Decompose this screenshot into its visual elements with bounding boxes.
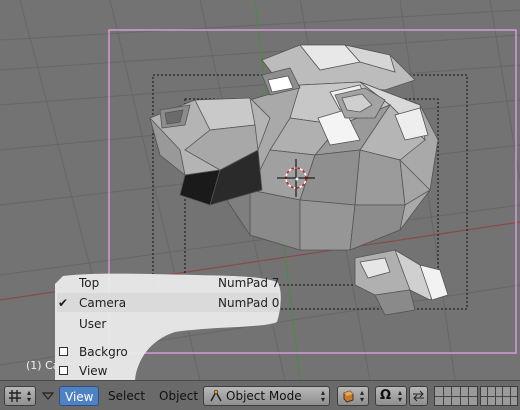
manipulator-icon: Ω bbox=[380, 388, 392, 403]
editor-type-button[interactable]: ▴ ▾ bbox=[4, 386, 36, 406]
object-mode-icon bbox=[210, 389, 222, 402]
menu-item-label: Camera bbox=[79, 296, 127, 310]
up-down-arrows-icon: ▴ ▾ bbox=[397, 388, 402, 404]
layer-buttons-a[interactable] bbox=[434, 386, 478, 406]
up-down-arrows-icon: ▴ ▾ bbox=[320, 388, 325, 404]
menu-object[interactable]: Object bbox=[159, 386, 198, 406]
object-origin bbox=[295, 177, 299, 181]
3d-view-header: ▴ ▾ View Select Object Object Mode ▴ ▾ ▴ ▾ … bbox=[0, 380, 520, 410]
menu-item-label: User bbox=[79, 317, 107, 331]
menu-item-shortcut: NumPad 7 bbox=[218, 276, 280, 290]
up-down-arrows-icon: ▴ ▾ bbox=[26, 388, 31, 404]
menu-collapse-icon[interactable] bbox=[42, 391, 54, 401]
manipulator-button[interactable]: Ω ▴ ▾ bbox=[375, 386, 407, 406]
view-menu-item-top[interactable]: Top NumPad 7 bbox=[55, 274, 284, 293]
mode-label: Object Mode bbox=[226, 389, 302, 403]
3d-viewport[interactable]: (1) Ca Top NumPad 7 ✔ Camera NumPad 0 Us… bbox=[0, 0, 520, 380]
view-menu-item-view[interactable]: View bbox=[55, 362, 284, 380]
menu-item-label: Backgro bbox=[79, 345, 128, 359]
shading-solid-icon bbox=[343, 390, 354, 403]
view-menu-popup: Top NumPad 7 ✔ Camera NumPad 0 User Back… bbox=[55, 270, 284, 380]
draw-type-button[interactable]: ▴ ▾ bbox=[337, 386, 369, 406]
checkbox-icon[interactable] bbox=[59, 366, 68, 375]
transform-toggle-icon bbox=[413, 390, 424, 402]
layer-buttons-b[interactable] bbox=[480, 386, 518, 406]
menu-item-label: View bbox=[79, 364, 108, 378]
view-menu-item-user[interactable]: User bbox=[55, 315, 284, 334]
blender-window: (1) Ca Top NumPad 7 ✔ Camera NumPad 0 Us… bbox=[0, 0, 520, 410]
mode-select[interactable]: Object Mode ▴ ▾ bbox=[203, 386, 330, 406]
checkmark-icon: ✔ bbox=[58, 296, 69, 310]
up-down-arrows-icon: ▴ ▾ bbox=[359, 388, 364, 404]
view-menu-item-camera[interactable]: ✔ Camera NumPad 0 bbox=[55, 294, 284, 313]
menu-item-shortcut: NumPad 0 bbox=[218, 296, 280, 310]
checkbox-icon[interactable] bbox=[59, 347, 68, 356]
view-menu-item-background[interactable]: Backgro bbox=[55, 343, 284, 362]
menu-item-label: Top bbox=[79, 276, 100, 290]
menu-view[interactable]: View bbox=[59, 386, 100, 406]
grid-editor-icon bbox=[9, 390, 21, 402]
transform-toggle-button[interactable] bbox=[409, 386, 428, 406]
menu-select[interactable]: Select bbox=[108, 386, 145, 406]
